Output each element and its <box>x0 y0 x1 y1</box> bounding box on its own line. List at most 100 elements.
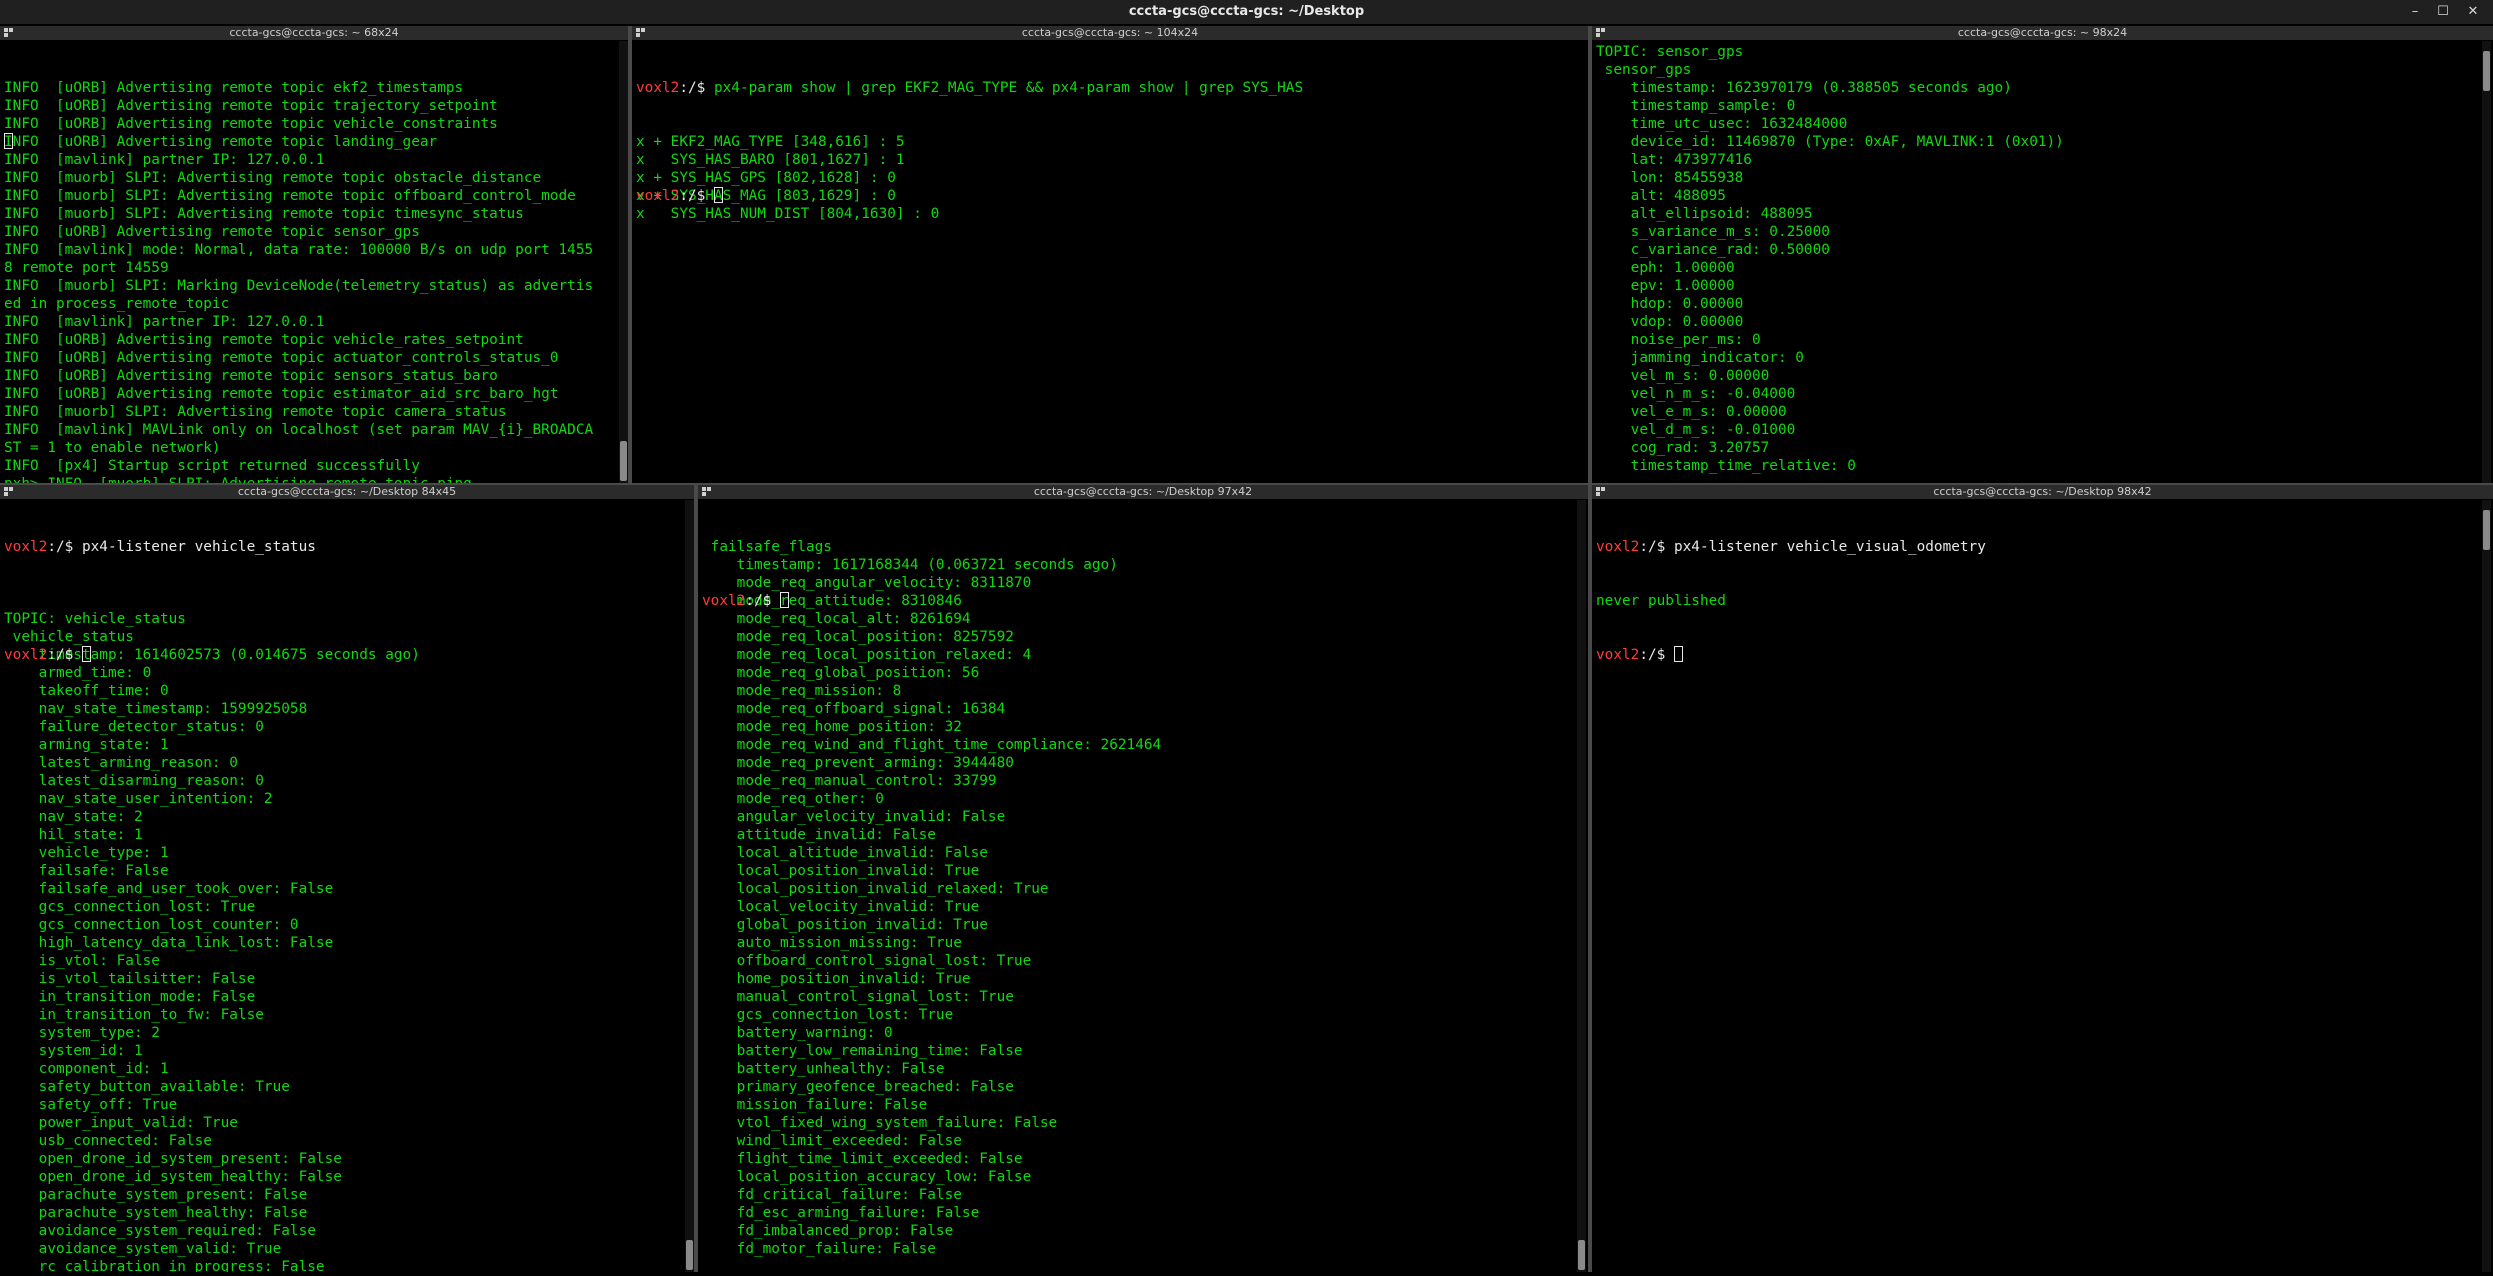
terminal-line: failsafe_flags <box>702 539 832 555</box>
pane-grip-icon[interactable] <box>4 487 14 497</box>
close-icon[interactable]: ✕ <box>2460 0 2486 24</box>
minimize-icon[interactable]: – <box>2402 0 2428 24</box>
terminal-line: is_vtol: False <box>4 953 160 969</box>
terminal-pane-param-show[interactable]: cccta-gcs@cccta-gcs: ~ 104x24 voxl2:/$ p… <box>632 26 1588 483</box>
terminal-output: voxl2:/$ px4-param show | grep EKF2_MAG_… <box>632 41 1588 483</box>
pane-grip-icon[interactable] <box>702 487 712 497</box>
terminal-cursor <box>1673 646 1683 662</box>
pane-divider[interactable] <box>0 483 2493 485</box>
pane-title: cccta-gcs@cccta-gcs: ~/Desktop 98x42 <box>1933 485 2152 498</box>
terminal-line: INFO [uORB] Advertising remote topic sen… <box>4 368 498 384</box>
pane-grip-icon[interactable] <box>636 28 646 38</box>
command-line: voxl2:/$ px4-param show | grep EKF2_MAG_… <box>636 79 1584 97</box>
terminal-line: component_id: 1 <box>4 1061 169 1077</box>
terminal-line: INFO [uORB] Advertising remote topic act… <box>4 350 559 366</box>
pane-grip-icon[interactable] <box>1596 28 1606 38</box>
pane-divider[interactable] <box>1588 26 1592 1272</box>
terminal-line: parachute_system_healthy: False <box>4 1205 308 1221</box>
prompt-host: voxl2 <box>636 80 680 96</box>
terminal-line: flight_time_limit_exceeded: False <box>702 1151 1023 1167</box>
terminal-line: INFO [mavlink] MAVLink only on localhost… <box>4 422 594 438</box>
pane-grip-icon[interactable] <box>4 28 14 38</box>
terminal-line: mode_req_global_position: 56 <box>702 665 980 681</box>
terminal-line: INFO [uORB] Advertising remote topic sen… <box>4 224 420 240</box>
terminal-line: attitude_invalid: False <box>702 827 936 843</box>
terminal-line: local_altitude_invalid: False <box>702 845 988 861</box>
terminal-line: eph: 1.00000 <box>1596 260 1735 276</box>
terminal-line: mode_req_angular_velocity: 8311870 <box>702 575 1032 591</box>
terminal-line: INFO [muorb] SLPI: Marking DeviceNode(te… <box>4 278 594 294</box>
terminal-line: hdop: 0.00000 <box>1596 296 1744 312</box>
terminal-line: alt_ellipsoid: 488095 <box>1596 206 1813 222</box>
terminal-line: system_type: 2 <box>4 1025 160 1041</box>
prompt-host: voxl2 <box>4 539 48 555</box>
terminal-cursor <box>81 646 91 662</box>
pane-header: cccta-gcs@cccta-gcs: ~ 98x24 <box>1592 26 2493 40</box>
terminal-line: avoidance_system_required: False <box>4 1223 316 1239</box>
terminal-pane-failsafe-flags[interactable]: cccta-gcs@cccta-gcs: ~/Desktop 97x42 fai… <box>698 485 1588 1272</box>
terminal-line: mode_req_offboard_signal: 16384 <box>702 701 1006 717</box>
scrollbar[interactable] <box>685 500 694 1272</box>
terminal-line: safety_button_available: True <box>4 1079 290 1095</box>
prompt-path: :/$ <box>679 80 714 96</box>
prompt-host: voxl2 <box>1596 647 1640 663</box>
scrollbar[interactable] <box>1577 500 1586 1272</box>
terminal-line: battery_unhealthy: False <box>702 1061 945 1077</box>
terminal-line: mode_req_mission: 8 <box>702 683 902 699</box>
terminal-line: noise_per_ms: 0 <box>1596 332 1761 348</box>
terminal-line: auto_mission_missing: True <box>702 935 962 951</box>
pane-grip-icon[interactable] <box>1596 487 1606 497</box>
terminal-pane-px4-log[interactable]: cccta-gcs@cccta-gcs: ~ 68x24 INFO [uORB]… <box>0 26 628 483</box>
terminal-line: mode_req_local_alt: 8261694 <box>702 611 971 627</box>
terminal-output: voxl2:/$ px4-listener vehicle_status TOP… <box>0 500 694 1272</box>
pane-divider[interactable] <box>694 485 698 1272</box>
terminal-line: fd_critical_failure: False <box>702 1187 962 1203</box>
terminal-line: fd_imbalanced_prop: False <box>702 1223 954 1239</box>
scrollbar[interactable] <box>619 41 628 483</box>
terminal-line: nav_state: 2 <box>4 809 143 825</box>
terminal-line: system_id: 1 <box>4 1043 143 1059</box>
window-title: cccta-gcs@cccta-gcs: ~/Desktop <box>1128 4 1365 19</box>
terminal-line: INFO [uORB] Advertising remote topic tra… <box>4 98 498 114</box>
terminal-line: ed in process_remote_topic <box>4 296 230 312</box>
terminal-line: vel_d_m_s: -0.01000 <box>1596 422 1796 438</box>
terminal-line: alt: 488095 <box>1596 188 1726 204</box>
terminal-line: mode_req_local_position: 8257592 <box>702 629 1014 645</box>
terminal-line: INFO [uORB] Advertising remote topic veh… <box>4 116 498 132</box>
prompt-path: :/$ <box>1639 539 1674 555</box>
scrollbar[interactable] <box>2482 41 2491 483</box>
terminal-line: local_position_invalid: True <box>702 863 980 879</box>
terminal-line: fd_motor_failure: False <box>702 1241 936 1257</box>
terminal-line: INFO [muorb] SLPI: Advertising remote to… <box>4 170 542 186</box>
pane-divider[interactable] <box>628 26 632 483</box>
terminal-line: timestamp: 1623970179 (0.388505 seconds … <box>1596 80 2012 96</box>
scrollbar[interactable] <box>2482 500 2491 1272</box>
terminal-line: 8 remote port 14559 <box>4 260 169 276</box>
terminal-line: INFO [mavlink] partner IP: 127.0.0.1 <box>4 314 325 330</box>
terminal-line: mode_req_other: 0 <box>702 791 884 807</box>
pane-title: cccta-gcs@cccta-gcs: ~/Desktop 84x45 <box>237 485 457 498</box>
terminal-output: TOPIC: sensor_gps sensor_gps timestamp: … <box>1592 41 2493 483</box>
terminal-pane-visual-odometry[interactable]: cccta-gcs@cccta-gcs: ~/Desktop 98x42 vox… <box>1592 485 2493 1272</box>
terminal-line: INFO [mavlink] partner IP: 127.0.0.1 <box>4 152 325 168</box>
terminal-output: failsafe_flags timestamp: 1617168344 (0.… <box>698 500 1588 1272</box>
terminal-line: latest_disarming_reason: 0 <box>4 773 264 789</box>
prompt-path: :/$ <box>1639 647 1674 663</box>
terminal-line: mode_req_manual_control: 33799 <box>702 773 997 789</box>
terminal-line: mode_req_wind_and_flight_time_compliance… <box>702 737 1162 753</box>
terminal-pane-vehicle-status[interactable]: cccta-gcs@cccta-gcs: ~/Desktop 84x45 vox… <box>0 485 694 1272</box>
terminal-line: battery_warning: 0 <box>702 1025 893 1041</box>
terminal-line: x + SYS_HAS_GPS [802,1628] : 0 <box>636 170 896 186</box>
terminal-pane-sensor-gps[interactable]: cccta-gcs@cccta-gcs: ~ 98x24 TOPIC: sens… <box>1592 26 2493 483</box>
terminal-line: local_position_accuracy_low: False <box>702 1169 1032 1185</box>
terminal-line: failsafe_and_user_took_over: False <box>4 881 334 897</box>
terminal-line: never published <box>1596 593 1726 609</box>
terminal-line: hil_state: 1 <box>4 827 143 843</box>
terminal-line: device_id: 11469870 (Type: 0xAF, MAVLINK… <box>1596 134 2064 150</box>
terminal-cursor <box>4 133 13 149</box>
terminal-cursor <box>713 187 723 203</box>
pane-header: cccta-gcs@cccta-gcs: ~/Desktop 98x42 <box>1592 485 2493 499</box>
maximize-icon[interactable]: ☐ <box>2430 0 2456 24</box>
terminal-line: INFO [mavlink] mode: Normal, data rate: … <box>4 242 594 258</box>
